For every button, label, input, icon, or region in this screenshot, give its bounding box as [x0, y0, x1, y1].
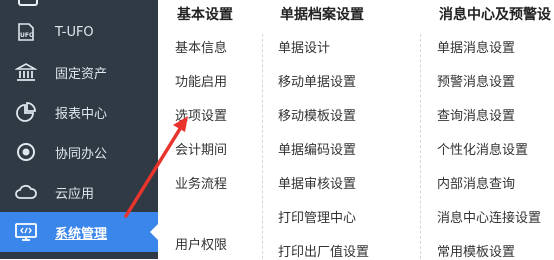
- menu-item-document-code-settings[interactable]: 单据编码设置: [278, 139, 356, 158]
- menu-item-print-management-center[interactable]: 打印管理中心: [278, 207, 356, 226]
- svg-text:UFO: UFO: [20, 32, 34, 39]
- menu-item-accounting-period[interactable]: 会计期间: [175, 139, 227, 158]
- menu-item-internal-message-query[interactable]: 内部消息查询: [437, 173, 515, 192]
- menu-item-mobile-document-settings[interactable]: 移动单据设置: [278, 71, 356, 90]
- column-header-basic-settings: 基本设置: [177, 7, 233, 23]
- menu-item-print-factory-settings[interactable]: 打印出厂值设置: [278, 241, 369, 260]
- sidebar-item-t-ufo[interactable]: UFO T-UFO: [0, 12, 158, 52]
- column-divider: [262, 34, 263, 259]
- sidebar-item-label: 协同办公: [55, 146, 108, 162]
- app-window: UFO T-UFO 固定资产 报表中心 协同办公 云应用 系统管理 基本设置 基…: [0, 0, 554, 260]
- menu-item-document-message-settings[interactable]: 单据消息设置: [437, 37, 515, 56]
- menu-item-common-template-settings[interactable]: 常用模板设置: [437, 241, 515, 260]
- sidebar-item-collab-office[interactable]: 协同办公: [0, 132, 158, 172]
- sidebar-item-label: T-UFO: [55, 24, 94, 40]
- sidebar-item-label: 云应用: [55, 186, 95, 202]
- menu-item-query-message-settings[interactable]: 查询消息设置: [437, 105, 515, 124]
- sidebar-item-fixed-assets[interactable]: 固定资产: [0, 52, 158, 92]
- menu-item-document-review-settings[interactable]: 单据审核设置: [278, 173, 356, 192]
- menu-item-mobile-template-settings[interactable]: 移动模板设置: [278, 105, 356, 124]
- column-header-document-settings: 单据档案设置: [280, 7, 364, 23]
- sidebar: UFO T-UFO 固定资产 报表中心 协同办公 云应用 系统管理: [0, 0, 158, 259]
- pie-chart-icon: [14, 100, 38, 124]
- monitor-code-icon: [14, 220, 38, 244]
- menu-item-business-process[interactable]: 业务流程: [175, 173, 227, 192]
- active-caret-icon: [150, 224, 158, 240]
- settings-menu-panel: 基本设置 基本信息 功能启用 选项设置 会计期间 业务流程 用户权限 单据档案设…: [158, 0, 554, 260]
- sidebar-item-report-center[interactable]: 报表中心: [0, 92, 158, 132]
- cutoff-icon: [18, 0, 38, 6]
- sidebar-item-label: 系统管理: [55, 226, 108, 242]
- menu-item-document-design[interactable]: 单据设计: [278, 37, 330, 56]
- target-icon: [14, 140, 38, 164]
- column-header-message-center: 消息中心及预警设: [439, 7, 551, 23]
- sidebar-item-cloud-apps[interactable]: 云应用: [0, 172, 158, 212]
- menu-item-basic-info[interactable]: 基本信息: [175, 37, 227, 56]
- menu-item-message-center-connection[interactable]: 消息中心连接设置: [437, 207, 541, 226]
- column-divider: [420, 34, 421, 259]
- menu-item-user-permissions[interactable]: 用户权限: [175, 234, 227, 253]
- bank-icon: [14, 60, 38, 84]
- menu-item-personalized-message-settings[interactable]: 个性化消息设置: [437, 139, 528, 158]
- menu-item-alert-message-settings[interactable]: 预警消息设置: [437, 71, 515, 90]
- menu-item-option-settings[interactable]: 选项设置: [175, 105, 227, 124]
- cloud-icon: [14, 180, 38, 204]
- sidebar-item-system-management[interactable]: 系统管理: [0, 212, 158, 252]
- ufo-icon: UFO: [14, 20, 38, 44]
- sidebar-item-label: 报表中心: [55, 106, 108, 122]
- menu-item-feature-enable[interactable]: 功能启用: [175, 71, 227, 90]
- sidebar-item-label: 固定资产: [55, 66, 108, 82]
